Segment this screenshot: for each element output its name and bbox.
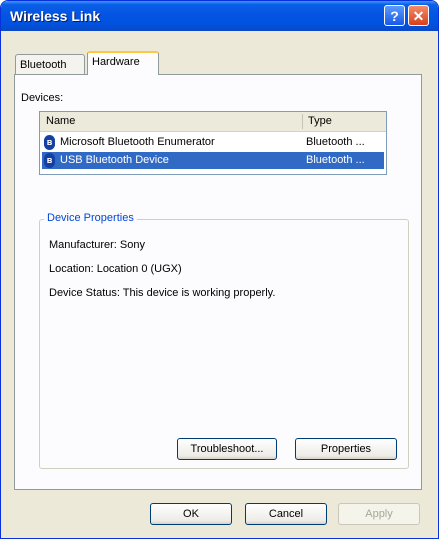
device-properties-legend: Device Properties xyxy=(44,212,137,224)
device-name: Microsoft Bluetooth Enumerator xyxy=(60,136,215,148)
devices-list[interactable]: Name Type ʙ Microsoft Bluetooth Enumerat… xyxy=(39,111,387,175)
manufacturer-text: Manufacturer: Sony xyxy=(49,239,145,251)
column-header-type[interactable]: Type xyxy=(308,115,332,127)
close-icon: ✕ xyxy=(412,8,425,24)
device-type: Bluetooth ... xyxy=(306,154,365,166)
list-item[interactable]: ʙ Microsoft Bluetooth Enumerator Bluetoo… xyxy=(42,134,384,151)
dialog-window: Wireless Link ? ✕ Bluetooth Hardware Dev… xyxy=(0,0,439,539)
devices-label: Devices: xyxy=(21,92,64,104)
location-text: Location: Location 0 (UGX) xyxy=(49,263,182,275)
bluetooth-icon: ʙ xyxy=(44,153,55,168)
title-bar[interactable]: Wireless Link ? ✕ xyxy=(1,1,438,31)
help-button[interactable]: ? xyxy=(384,5,405,26)
device-status-text: Device Status: This device is working pr… xyxy=(49,287,276,299)
device-type: Bluetooth ... xyxy=(306,136,365,148)
tab-bluetooth[interactable]: Bluetooth xyxy=(15,54,85,74)
list-header: Name Type xyxy=(40,112,386,132)
tab-hardware[interactable]: Hardware xyxy=(87,51,159,75)
apply-button[interactable]: Apply xyxy=(338,503,420,525)
ok-button[interactable]: OK xyxy=(150,503,232,525)
device-name: USB Bluetooth Device xyxy=(60,154,169,166)
device-properties-group xyxy=(39,219,409,469)
properties-button[interactable]: Properties xyxy=(295,438,397,460)
help-icon: ? xyxy=(390,8,399,24)
column-separator[interactable] xyxy=(302,114,303,129)
column-header-name[interactable]: Name xyxy=(46,115,75,127)
troubleshoot-button[interactable]: Troubleshoot... xyxy=(177,438,277,460)
window-title: Wireless Link xyxy=(10,8,101,24)
cancel-button[interactable]: Cancel xyxy=(245,503,327,525)
list-item-selected[interactable]: ʙ USB Bluetooth Device Bluetooth ... xyxy=(42,152,384,169)
bluetooth-icon: ʙ xyxy=(44,135,55,150)
close-button[interactable]: ✕ xyxy=(408,5,429,26)
